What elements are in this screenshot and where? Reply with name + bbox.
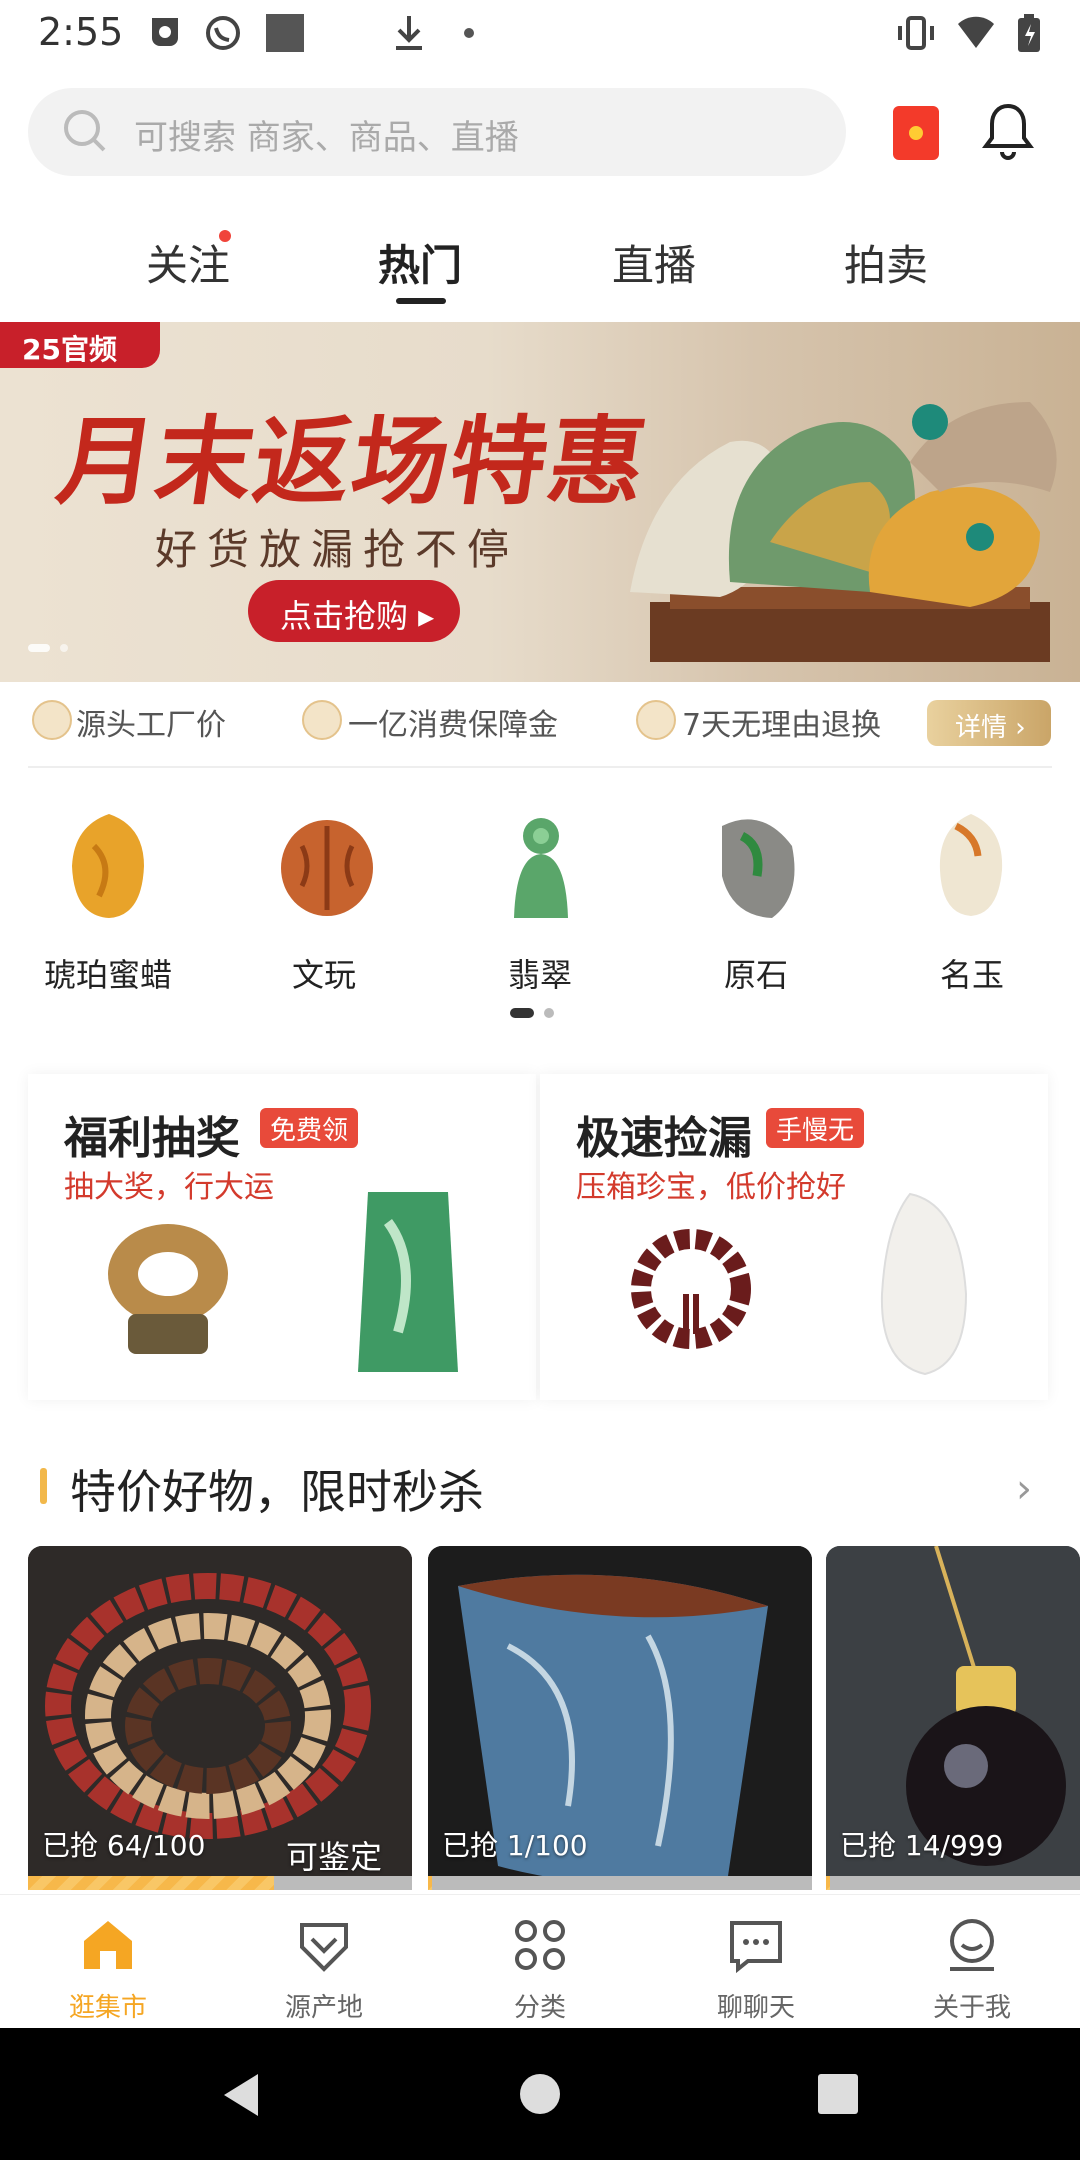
home-button-icon[interactable] <box>518 2072 562 2116</box>
banner-page-dot <box>60 644 68 652</box>
chat-icon <box>730 1921 782 1974</box>
wifi-icon <box>956 14 994 52</box>
famous-jade-category-image[interactable] <box>916 806 1026 926</box>
progress-fill <box>28 1876 274 1890</box>
lottery-card[interactable]: 福利抽奖 免费领 抽大奖，行大运 <box>28 1074 536 1400</box>
section-accent-bar <box>40 1468 47 1504</box>
search-bar[interactable]: 可搜索 商家、商品、直播 <box>28 88 846 176</box>
location-icon <box>32 700 72 740</box>
lottery-title: 福利抽奖 <box>64 1113 240 1164</box>
guarantee-return: 7天无理由退换 <box>682 708 882 743</box>
raw-stone-category-image[interactable] <box>702 806 812 926</box>
lottery-slogan: 抽大奖，行大运 <box>64 1170 274 1205</box>
category-label-jadeite[interactable]: 翡翠 <box>460 950 620 996</box>
appraisable-label: 可鉴定 <box>286 1838 383 1876</box>
battery-icon <box>1016 14 1054 52</box>
guarantee-fund: 一亿消费保障金 <box>348 708 558 743</box>
sold-count: 已抢 64/100 <box>42 1829 206 1862</box>
download-icon <box>392 14 430 52</box>
bead-bracelet-image <box>108 1224 228 1354</box>
gem-icon <box>300 1923 348 1972</box>
profile-icon <box>950 1919 994 1971</box>
search-icon <box>64 110 106 152</box>
banner-subline: 好货放漏抢不停 <box>155 525 520 574</box>
banner-page-dot-active <box>28 644 50 652</box>
nav-profile[interactable]: 关于我 <box>864 1895 1080 2029</box>
bargain-badge: 手慢无 <box>766 1108 865 1148</box>
vibrate-icon <box>896 14 934 52</box>
nav-category[interactable]: 分类 <box>432 1895 648 2029</box>
status-bar: 2:55 <box>0 0 1080 66</box>
nav-label: 聊聊天 <box>716 1993 795 2023</box>
amber-category-image[interactable] <box>54 806 164 926</box>
whatsapp-icon <box>204 14 242 52</box>
image-notification-icon <box>266 14 304 52</box>
product-card[interactable]: 已抢 1/100 <box>428 1546 812 1890</box>
nav-origin[interactable]: 源产地 <box>216 1895 432 2029</box>
prayer-beads-image <box>631 1229 751 1349</box>
promo-banner[interactable]: 25官频 月末返场特惠 好货放漏抢不停 点击抢购 ▸ <box>0 322 1080 682</box>
progress-fill <box>428 1876 432 1890</box>
nav-label: 逛集市 <box>68 1993 147 2023</box>
nav-label: 分类 <box>513 1993 566 2023</box>
category-label-amber[interactable]: 琥珀蜜蜡 <box>28 950 188 996</box>
sold-count: 已抢 1/100 <box>442 1829 588 1862</box>
section-title: 特价好物，限时秒杀 <box>70 1465 484 1519</box>
bargain-title: 极速捡漏 <box>576 1113 752 1164</box>
seven-day-icon <box>636 700 676 740</box>
progress-fill <box>826 1876 830 1890</box>
tab-live[interactable]: 直播 <box>612 232 696 293</box>
bargain-slogan: 压箱珍宝，低价抢好 <box>576 1170 846 1205</box>
red-envelope-icon[interactable] <box>893 106 939 160</box>
jadeite-category-image[interactable] <box>486 806 596 926</box>
tab-auction[interactable]: 拍卖 <box>844 232 928 293</box>
jade-stones-image <box>630 402 1057 662</box>
grid-icon <box>515 1920 565 1970</box>
unread-dot <box>219 230 231 242</box>
recents-icon[interactable] <box>816 2072 860 2116</box>
banner-cta-button[interactable]: 点击抢购 ▸ <box>248 580 460 642</box>
back-icon[interactable] <box>218 2070 264 2120</box>
category-page-dot-active <box>510 1008 534 1018</box>
nav-label: 源产地 <box>284 1993 363 2023</box>
sold-count: 已抢 14/999 <box>840 1829 1004 1862</box>
tab-hot[interactable]: 热门 <box>378 232 462 293</box>
notification-bell-icon[interactable] <box>980 100 1036 164</box>
status-time: 2:55 <box>38 10 124 54</box>
banner-headline: 月末返场特惠 <box>50 405 655 518</box>
banner-tag: 25官频 <box>0 322 160 368</box>
tab-indicator <box>396 298 446 304</box>
progress-track <box>428 1876 812 1890</box>
product-card[interactable]: 已抢 64/100 可鉴定 <box>28 1546 412 1890</box>
bottom-navigation: 逛集市 源产地 分类 聊聊天 关于我 <box>0 1894 1080 2028</box>
nav-label: 关于我 <box>932 1993 1011 2023</box>
white-jade-image <box>880 1192 968 1376</box>
progress-track <box>826 1876 1080 1890</box>
home-icon <box>84 1921 132 1969</box>
section-more-arrow[interactable]: › <box>1016 1466 1032 1512</box>
category-page-dot <box>544 1008 554 1018</box>
app-notification-icon <box>148 14 186 52</box>
nav-market[interactable]: 逛集市 <box>0 1895 216 2029</box>
search-placeholder: 可搜索 商家、商品、直播 <box>134 118 519 158</box>
category-label-wenwan[interactable]: 文玩 <box>244 950 404 996</box>
product-card[interactable]: 已抢 14/999 <box>826 1546 1080 1890</box>
guarantee-detail-button[interactable]: 详情 › <box>927 700 1051 746</box>
jade-pendant-image <box>358 1192 458 1372</box>
yuan-icon <box>302 700 342 740</box>
nav-chat[interactable]: 聊聊天 <box>648 1895 864 2029</box>
more-notifications-dot <box>464 28 474 38</box>
lottery-badge: 免费领 <box>260 1108 359 1148</box>
category-label-famous-jade[interactable]: 名玉 <box>892 950 1052 996</box>
guarantee-factory-price: 源头工厂价 <box>76 708 226 743</box>
category-label-raw-stone[interactable]: 原石 <box>676 950 836 996</box>
divider <box>28 766 1052 768</box>
bargain-card[interactable]: 极速捡漏 手慢无 压箱珍宝，低价抢好 <box>540 1074 1048 1400</box>
tab-follow[interactable]: 关注 <box>146 232 230 293</box>
walnut-category-image[interactable] <box>272 806 382 926</box>
system-navigation-bar <box>0 2028 1080 2160</box>
